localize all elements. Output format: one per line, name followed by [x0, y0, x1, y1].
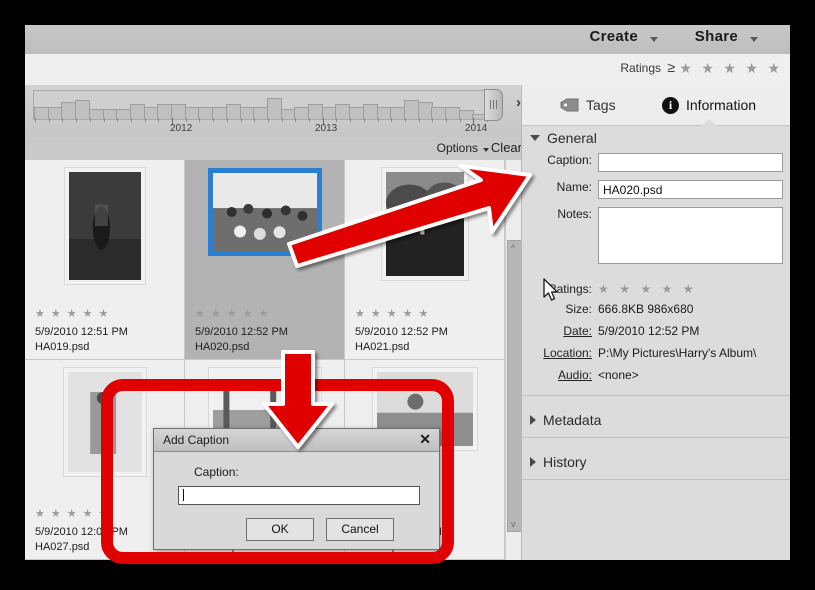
annotation-arrow-to-dialog	[262, 350, 334, 449]
annotation-overlay	[262, 164, 532, 449]
screenshot-root: Create Share Ratings ≥ ★ ★ ★ ★ ★ 2012 20…	[0, 0, 815, 590]
annotation-arrow-to-caption	[287, 164, 532, 268]
mouse-cursor	[543, 278, 558, 301]
